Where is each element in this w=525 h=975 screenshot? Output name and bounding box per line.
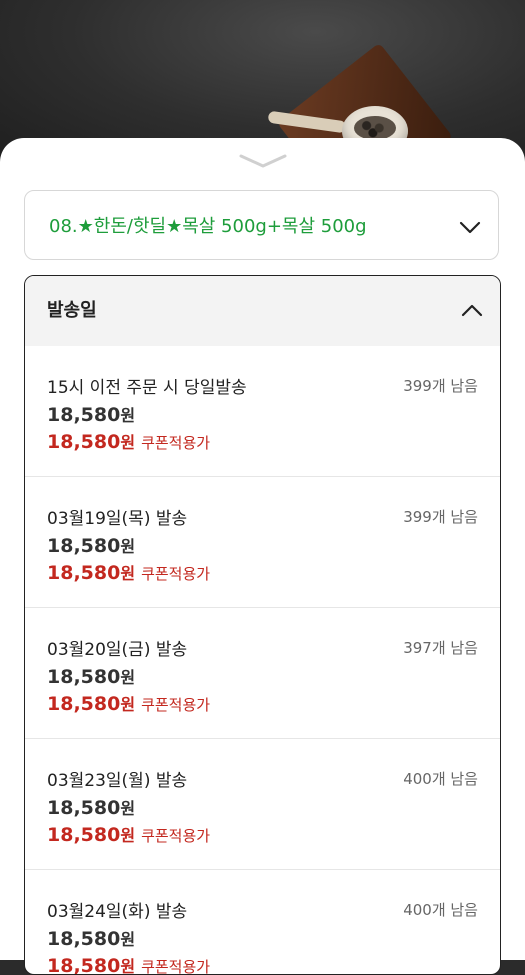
coupon-label: 쿠폰적용가 (141, 827, 211, 845)
coupon-label: 쿠폰적용가 (141, 565, 211, 583)
shipping-option-row[interactable]: 15시 이전 주문 시 당일발송 399개 남음 18,580원 18,580원… (25, 346, 500, 477)
coupon-price: 18,580원 쿠폰적용가 (47, 824, 211, 846)
shipping-option-row[interactable]: 03월20일(금) 발송 397개 남음 18,580원 18,580원 쿠폰적용… (25, 608, 500, 739)
shipping-date-panel: 발송일 15시 이전 주문 시 당일발송 399개 남음 18,580원 18,… (24, 275, 501, 975)
option-select-label: 08.★한돈/핫딜★목살 500g+목살 500g (49, 216, 367, 237)
option-select-dropdown[interactable]: 08.★한돈/핫딜★목살 500g+목살 500g (24, 190, 499, 260)
regular-price: 18,580원 (47, 797, 136, 819)
shipping-date-title: 발송일 (47, 300, 97, 321)
coupon-label: 쿠폰적용가 (141, 958, 211, 975)
chevron-down-icon (459, 221, 481, 234)
shipping-date-header[interactable]: 발송일 (25, 276, 500, 346)
stock-remaining: 399개 남음 (403, 377, 478, 395)
regular-price: 18,580원 (47, 666, 136, 688)
coupon-price: 18,580원 쿠폰적용가 (47, 693, 211, 715)
shipping-option-name: 03월24일(화) 발송 (47, 902, 188, 922)
shipping-option-name: 03월23일(월) 발송 (47, 771, 188, 791)
chevron-down-icon (239, 154, 287, 168)
coupon-price: 18,580원 쿠폰적용가 (47, 431, 211, 453)
coupon-label: 쿠폰적용가 (141, 696, 211, 714)
regular-price: 18,580원 (47, 928, 136, 950)
shipping-option-row[interactable]: 03월19일(목) 발송 399개 남음 18,580원 18,580원 쿠폰적용… (25, 477, 500, 608)
stock-remaining: 400개 남음 (403, 901, 478, 919)
shipping-option-row[interactable]: 03월24일(화) 발송 400개 남음 18,580원 18,580원 쿠폰적용… (25, 870, 500, 975)
option-bottom-sheet: 08.★한돈/핫딜★목살 500g+목살 500g 발송일 15시 이전 주문 … (0, 138, 525, 975)
shipping-option-name: 15시 이전 주문 시 당일발송 (47, 378, 247, 398)
coupon-label: 쿠폰적용가 (141, 434, 211, 452)
chevron-up-icon (461, 304, 483, 317)
regular-price: 18,580원 (47, 535, 136, 557)
product-photo-backdrop (0, 0, 525, 218)
stock-remaining: 397개 남음 (403, 639, 478, 657)
shipping-option-name: 03월19일(목) 발송 (47, 509, 188, 529)
coupon-price: 18,580원 쿠폰적용가 (47, 562, 211, 584)
stock-remaining: 400개 남음 (403, 770, 478, 788)
stock-remaining: 399개 남음 (403, 508, 478, 526)
coupon-price: 18,580원 쿠폰적용가 (47, 955, 211, 975)
regular-price: 18,580원 (47, 404, 136, 426)
sheet-close-handle[interactable] (238, 152, 288, 170)
shipping-option-row[interactable]: 03월23일(월) 발송 400개 남음 18,580원 18,580원 쿠폰적용… (25, 739, 500, 870)
shipping-option-name: 03월20일(금) 발송 (47, 640, 188, 660)
